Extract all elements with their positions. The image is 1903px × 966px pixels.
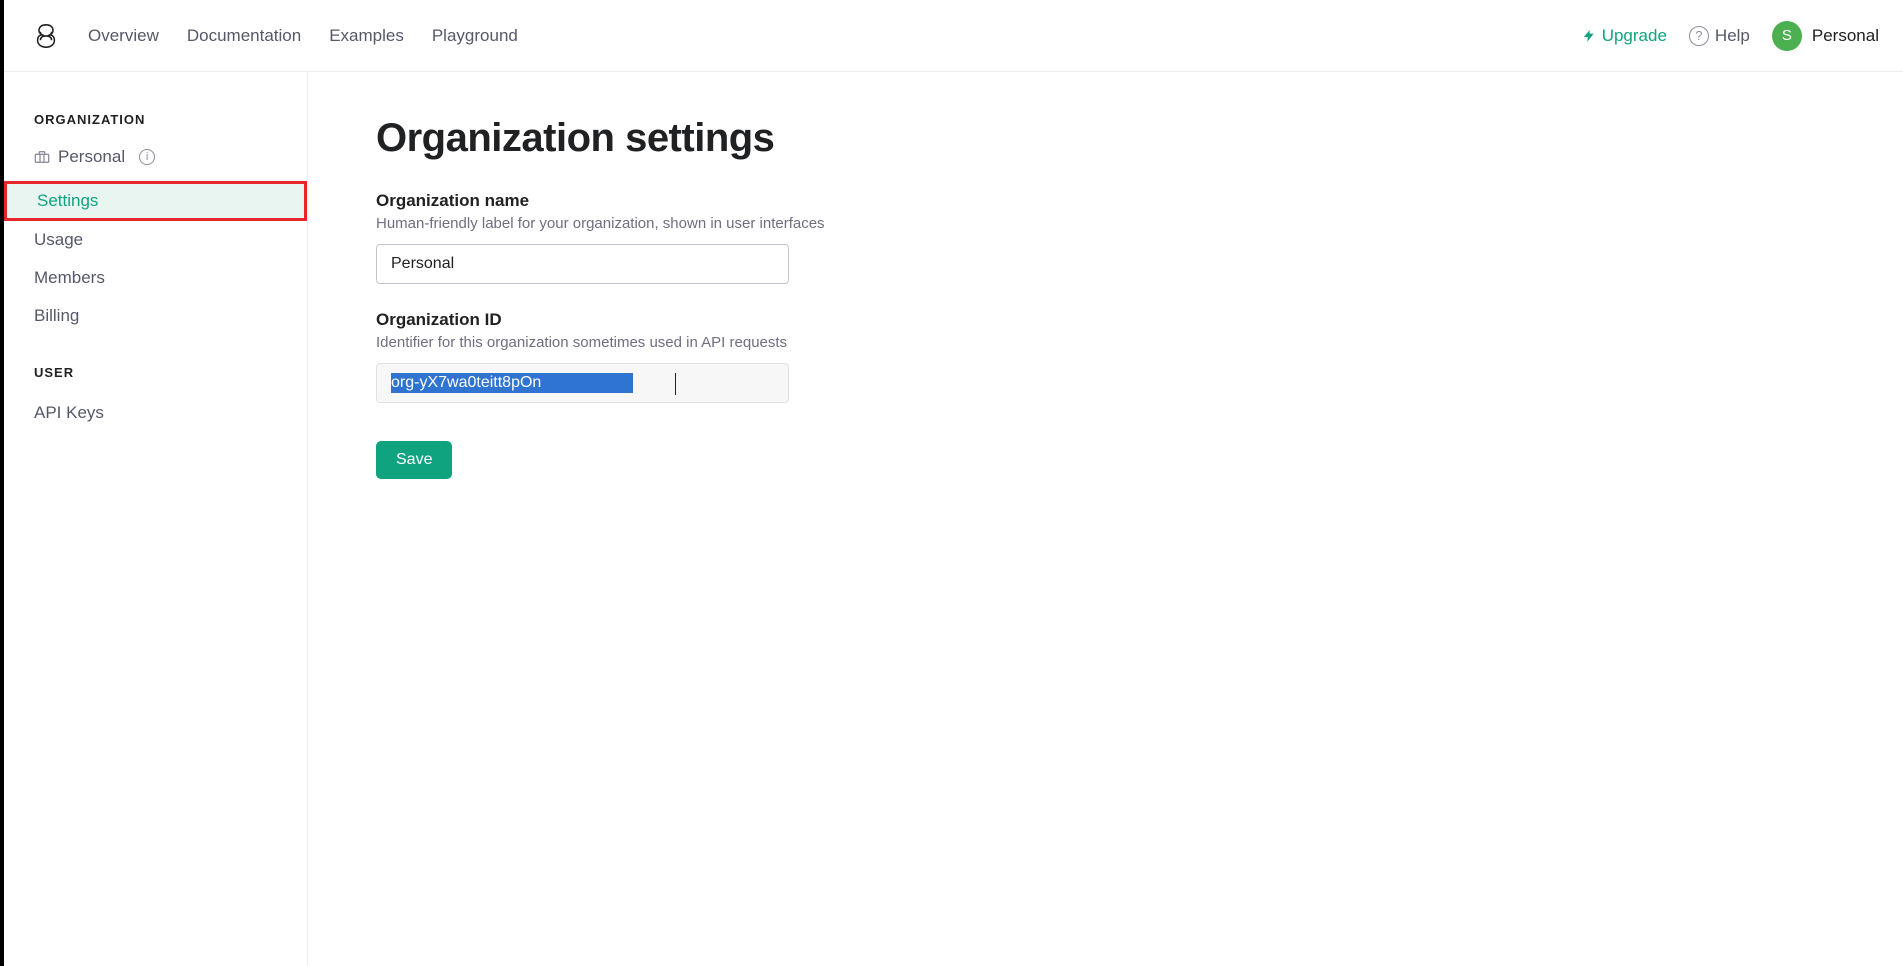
help-button[interactable]: ? Help [1689,26,1750,46]
help-label: Help [1715,26,1750,46]
org-id-hint: Identifier for this organization sometim… [376,334,1903,351]
save-button[interactable]: Save [376,441,452,479]
nav-examples[interactable]: Examples [329,26,404,46]
sidebar-section-organization: ORGANIZATION [4,112,307,141]
org-id-redacted [541,373,633,393]
briefcase-icon [34,150,50,164]
avatar: S [1772,21,1802,51]
org-name-label: Organization name [376,191,1903,211]
nav-right: Upgrade ? Help S Personal [1582,21,1879,51]
sidebar-item-usage[interactable]: Usage [4,221,307,259]
sidebar-item-settings[interactable]: Settings [7,184,304,218]
top-nav: Overview Documentation Examples Playgrou… [4,0,1903,72]
bolt-icon [1582,27,1596,45]
openai-logo-icon[interactable] [32,22,60,50]
org-name: Personal [58,147,125,167]
org-id-field: Organization ID Identifier for this orga… [376,310,1903,403]
profile-menu[interactable]: S Personal [1772,21,1879,51]
sidebar: ORGANIZATION Personal i Settings Usage M… [4,72,308,966]
sidebar-item-members[interactable]: Members [4,259,307,297]
sidebar-item-billing[interactable]: Billing [4,297,307,335]
nav-documentation[interactable]: Documentation [187,26,301,46]
help-icon: ? [1689,26,1709,46]
nav-overview[interactable]: Overview [88,26,159,46]
page-title: Organization settings [376,116,1903,161]
sidebar-item-api-keys[interactable]: API Keys [4,394,307,432]
org-id-input[interactable]: org-yX7wa0teitt8pOn [376,363,789,403]
upgrade-button[interactable]: Upgrade [1582,26,1667,46]
upgrade-label: Upgrade [1602,26,1667,46]
org-name-input[interactable] [376,244,789,284]
text-cursor [675,373,676,395]
nav-left: Overview Documentation Examples Playgrou… [88,26,518,46]
org-id-label: Organization ID [376,310,1903,330]
profile-label: Personal [1812,26,1879,46]
settings-highlight-box: Settings [4,181,307,221]
org-selector[interactable]: Personal i [4,141,307,181]
org-name-hint: Human-friendly label for your organizati… [376,215,1903,232]
org-id-value: org-yX7wa0teitt8pOn [391,373,541,393]
nav-playground[interactable]: Playground [432,26,518,46]
layout: ORGANIZATION Personal i Settings Usage M… [4,72,1903,966]
main: Organization settings Organization name … [308,72,1903,966]
info-icon[interactable]: i [139,149,155,165]
org-name-field: Organization name Human-friendly label f… [376,191,1903,284]
sidebar-section-user: USER [4,365,307,394]
